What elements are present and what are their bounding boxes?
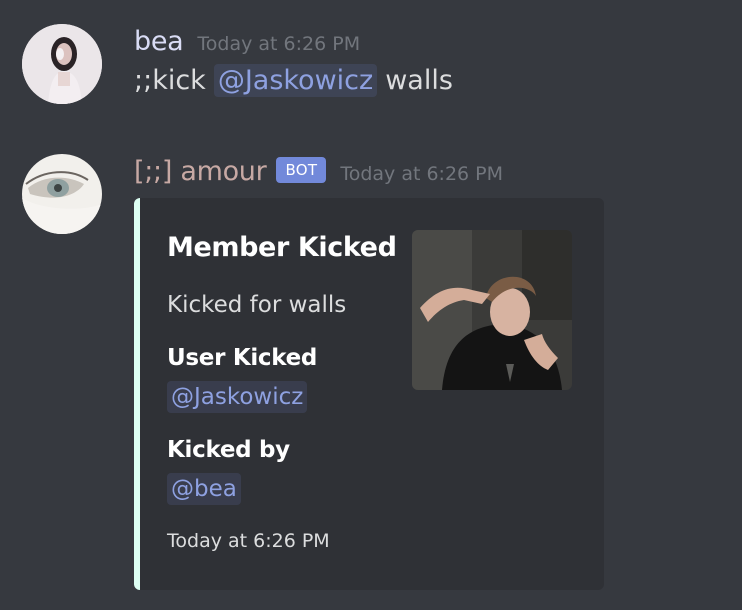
message-header: [;;] amour BOT Today at 6:26 PM [134,156,503,187]
bot-tag: BOT [276,156,327,183]
embed-field-name: Kicked by [167,437,290,463]
embed-field-name: User Kicked [167,345,318,371]
message-content: ;;kick @Jaskowicz walls [134,64,453,97]
user-avatar[interactable] [22,24,102,104]
embed-description: Kicked for walls [167,292,347,318]
eye-photo-avatar [22,154,102,234]
embed-field-value: @bea [167,473,241,505]
command-text: ;;kick [134,65,206,96]
timestamp: Today at 6:26 PM [340,162,504,185]
timestamp: Today at 6:26 PM [197,32,361,55]
user-mention[interactable]: @Jaskowicz [213,64,378,97]
girl-photo-avatar [22,24,102,104]
embed-field-value: @Jaskowicz [167,381,308,413]
message-header: bea Today at 6:26 PM [134,26,360,57]
reason-text: walls [385,65,453,96]
username[interactable]: bea [134,26,184,57]
user-mention[interactable]: @bea [167,473,241,505]
user-mention[interactable]: @Jaskowicz [167,381,308,413]
embed: Member Kicked Kicked for walls User Kick… [134,198,604,590]
embed-footer-timestamp: Today at 6:26 PM [167,530,330,552]
bot-username[interactable]: [;;] amour [134,156,267,187]
bot-avatar[interactable] [22,154,102,234]
embed-thumbnail[interactable] [412,230,572,390]
embed-title: Member Kicked [167,232,397,263]
user-photo-thumbnail [412,230,572,390]
